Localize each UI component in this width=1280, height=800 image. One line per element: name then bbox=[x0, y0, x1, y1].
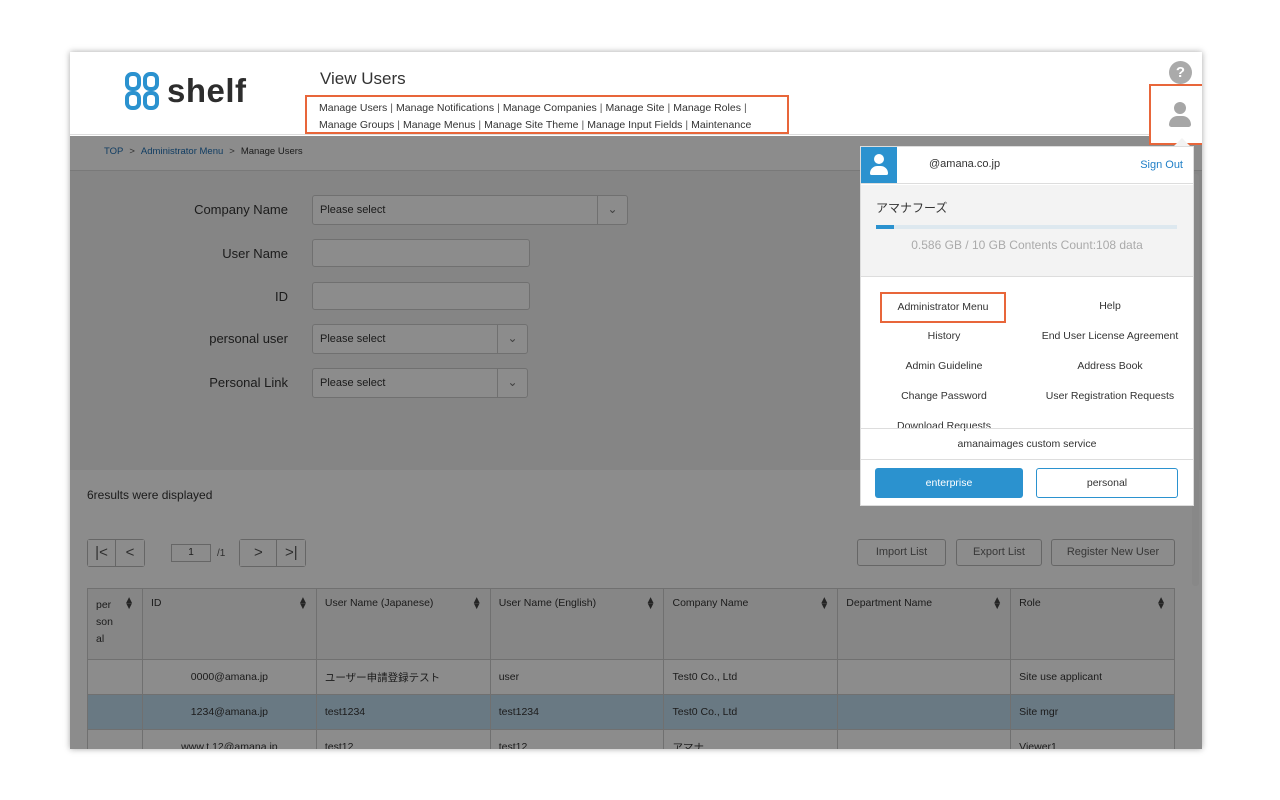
user-dropdown-panel: @amana.co.jp Sign Out アマナフーズ 0.586 GB / … bbox=[860, 146, 1194, 506]
panel-account-bar: @amana.co.jp Sign Out bbox=[861, 147, 1193, 184]
nav-manage-roles[interactable]: Manage Roles bbox=[673, 102, 741, 114]
logo[interactable]: shelf bbox=[125, 72, 247, 110]
address-book-link[interactable]: Address Book bbox=[1027, 360, 1193, 372]
header: shelf View Users Manage Users | Manage Not… bbox=[70, 52, 1202, 145]
history-link[interactable]: History bbox=[861, 330, 1027, 342]
sign-out-link[interactable]: Sign Out bbox=[1140, 159, 1183, 171]
company-name: アマナフーズ bbox=[876, 201, 948, 215]
nav-separator: | bbox=[497, 102, 500, 114]
admin-guideline-link[interactable]: Admin Guideline bbox=[861, 360, 1027, 372]
nav-manage-site-theme[interactable]: Manage Site Theme bbox=[484, 119, 578, 131]
nav-manage-users[interactable]: Manage Users bbox=[319, 102, 387, 114]
nav-separator: | bbox=[581, 119, 585, 131]
storage-section: アマナフーズ 0.586 GB / 10 GB Contents Count:1… bbox=[861, 185, 1193, 277]
storage-usage-text: 0.586 GB / 10 GB Contents Count:108 data bbox=[911, 238, 1143, 252]
nav-separator: | bbox=[390, 102, 394, 114]
enterprise-button[interactable]: enterprise bbox=[875, 468, 1023, 498]
custom-service-link[interactable]: amanaimages custom service bbox=[861, 428, 1193, 460]
nav-manage-input-fields[interactable]: Manage Input Fields bbox=[587, 119, 682, 131]
change-password-link[interactable]: Change Password bbox=[861, 390, 1027, 402]
nav-separator: | bbox=[685, 119, 689, 131]
user-registration-requests-link[interactable]: User Registration Requests bbox=[1027, 390, 1193, 402]
nav-maintenance[interactable]: Maintenance bbox=[691, 119, 751, 131]
nav-manage-menus[interactable]: Manage Menus bbox=[403, 119, 475, 131]
storage-progress-fill bbox=[876, 225, 894, 229]
nav-manage-site[interactable]: Manage Site bbox=[606, 102, 665, 114]
user-menu-button[interactable] bbox=[1149, 84, 1202, 145]
user-email: @amana.co.jp bbox=[929, 158, 1001, 170]
nav-manage-groups[interactable]: Manage Groups bbox=[319, 119, 394, 131]
user-icon-head bbox=[874, 154, 884, 164]
administrator-menu-link[interactable]: Administrator Menu bbox=[880, 292, 1006, 323]
panel-menu: Administrator Menu Help History End User… bbox=[861, 278, 1193, 432]
logo-text: shelf bbox=[167, 72, 247, 109]
nav-separator: | bbox=[397, 119, 401, 131]
storage-progress-bar bbox=[876, 225, 1177, 229]
nav-manage-notifications[interactable]: Manage Notifications bbox=[396, 102, 494, 114]
admin-nav-links: Manage Users | Manage Notifications | Manage… bbox=[305, 95, 789, 134]
help-icon[interactable]: ? bbox=[1169, 61, 1192, 84]
page-title: View Users bbox=[320, 69, 406, 88]
nav-separator: | bbox=[743, 102, 747, 114]
nav-manage-companies[interactable]: Manage Companies bbox=[503, 102, 597, 114]
panel-caret bbox=[1174, 138, 1190, 146]
help-link[interactable]: Help bbox=[1027, 300, 1193, 312]
shelf-logo-icon bbox=[125, 72, 159, 110]
avatar bbox=[861, 147, 897, 183]
nav-separator: | bbox=[599, 102, 603, 114]
eula-link[interactable]: End User License Agreement bbox=[1027, 330, 1193, 342]
user-icon-body bbox=[1169, 116, 1191, 127]
nav-separator: | bbox=[478, 119, 482, 131]
user-icon-body bbox=[870, 166, 888, 175]
personal-button[interactable]: personal bbox=[1036, 468, 1178, 498]
nav-separator: | bbox=[667, 102, 671, 114]
app-window: TOP > Administrator Menu > Manage Users Comp… bbox=[70, 52, 1202, 749]
user-icon-head bbox=[1174, 102, 1186, 114]
